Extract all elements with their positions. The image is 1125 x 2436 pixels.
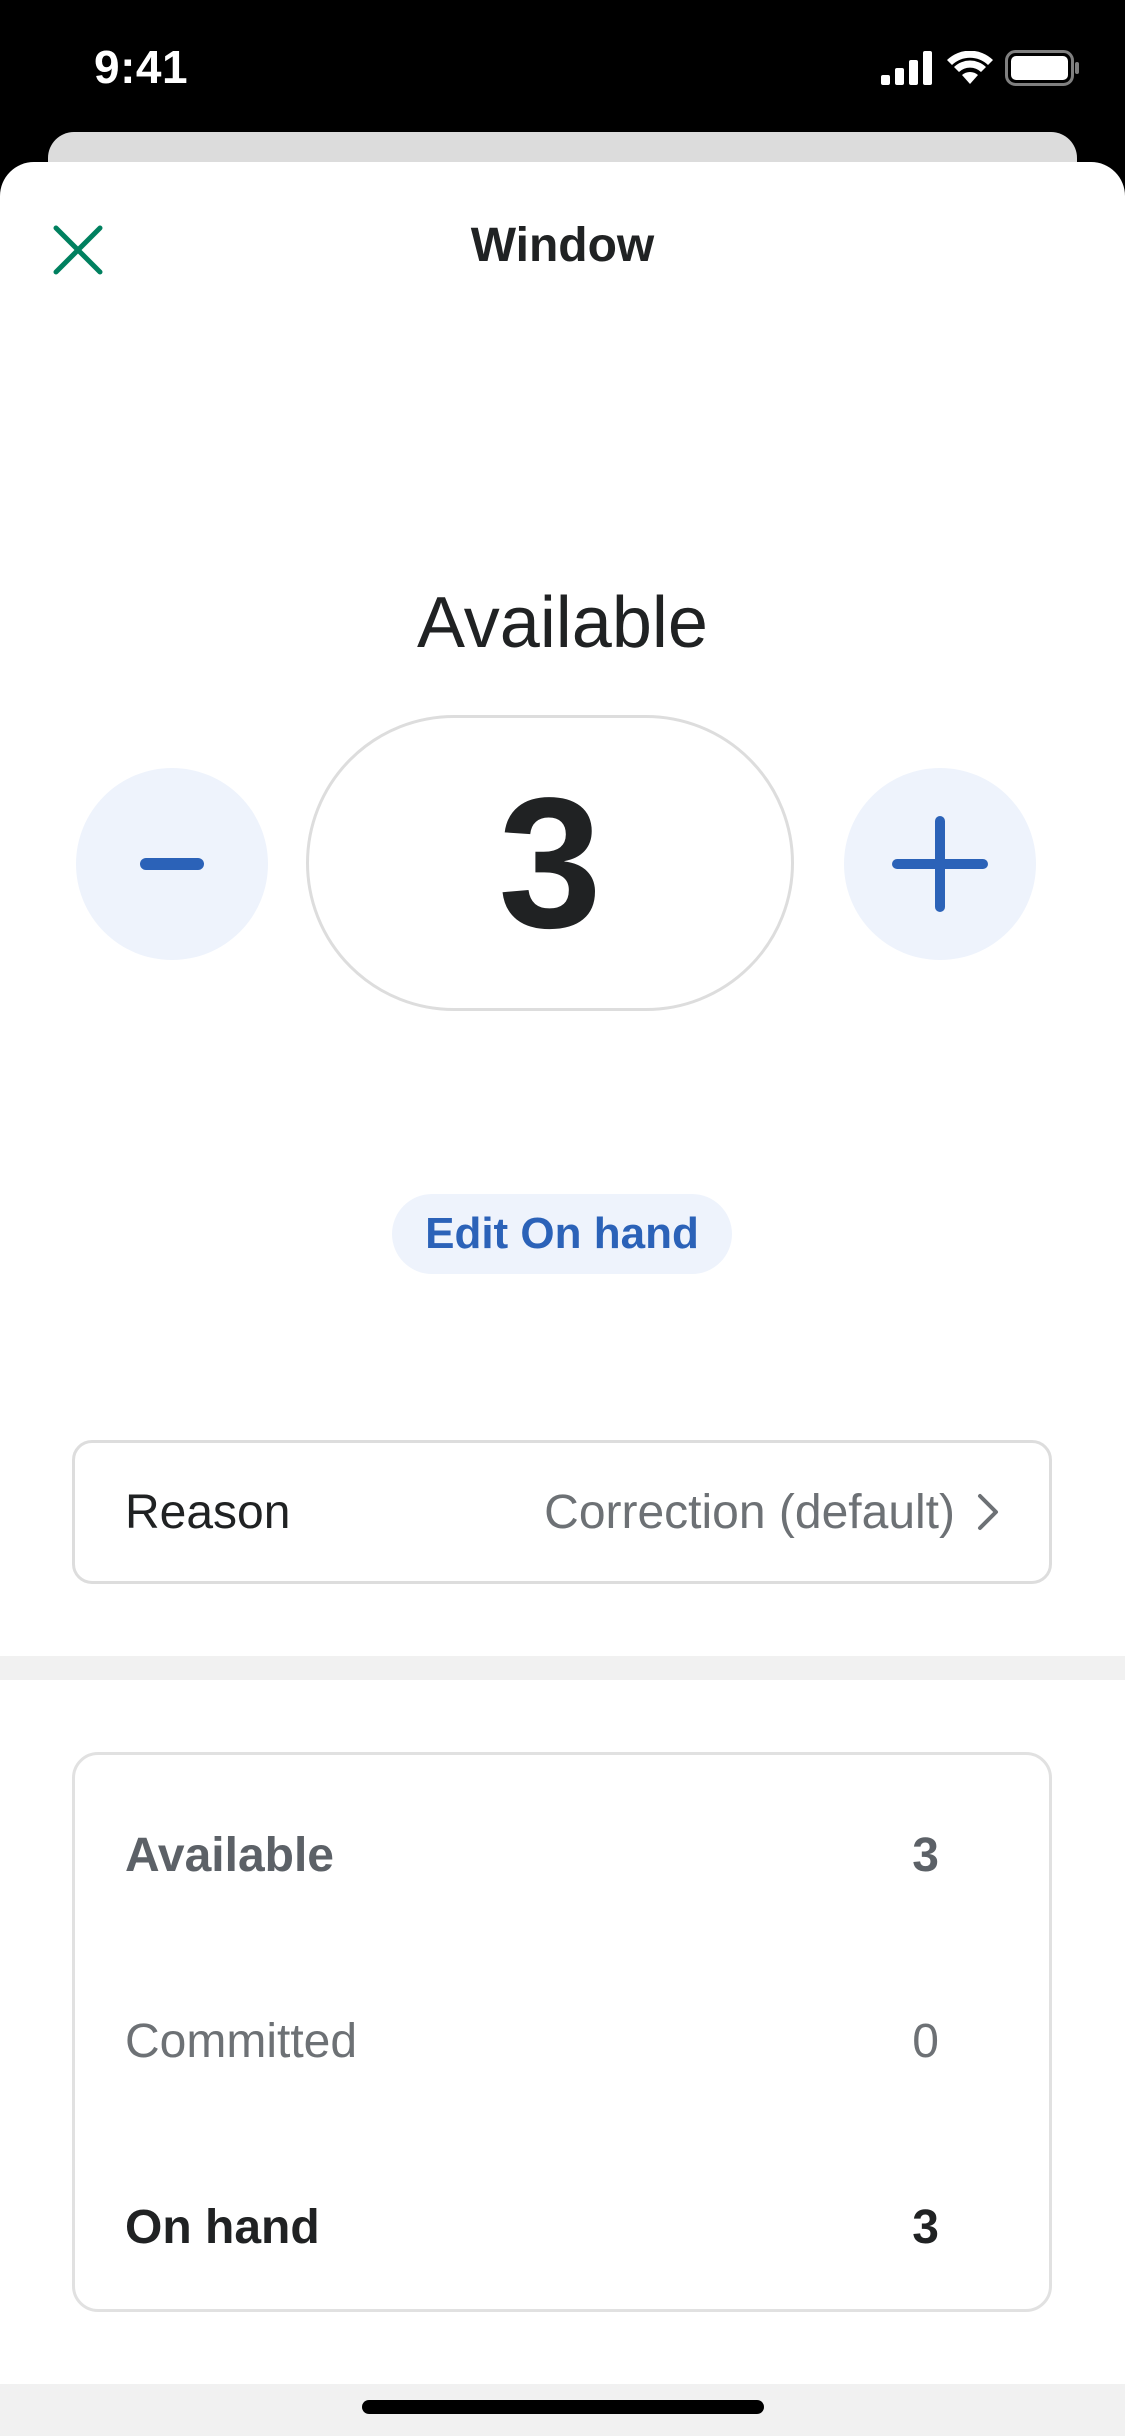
adjust-inventory-sheet: Window Available 3 Edit On hand Reason C… [0,162,1125,2436]
wifi-icon [947,51,993,84]
status-icons [881,48,1081,88]
section-divider [0,1656,1125,1680]
status-time: 9:41 [94,41,189,93]
cellular-signal-icon [881,51,932,85]
summary-value: 0 [912,2014,939,2068]
summary-row-on-hand: On hand 3 [125,2187,939,2267]
summary-value: 3 [912,1828,939,1882]
summary-label: Committed [125,2014,358,2068]
summary-row-committed: Committed 0 [125,2001,939,2081]
reason-label: Reason [125,1485,291,1539]
inventory-summary-card: Available 3 Committed 0 On hand 3 [72,1752,1052,2312]
plus-icon [892,816,988,912]
minus-icon [140,858,204,870]
reason-value-group: Correction (default) [544,1485,999,1540]
summary-label: Available [125,1828,334,1882]
decrement-button[interactable] [76,768,268,960]
reason-selector[interactable]: Reason Correction (default) [72,1440,1052,1584]
summary-row-available: Available 3 [125,1815,939,1895]
edit-on-hand-button[interactable]: Edit On hand [392,1194,732,1274]
sheet-title: Window [470,219,655,272]
quantity-input[interactable]: 3 [306,715,794,1011]
home-indicator [362,2400,764,2414]
increment-button[interactable] [844,768,1036,960]
battery-icon [1005,50,1079,86]
status-bar: 9:41 [0,0,1125,132]
summary-label: On hand [125,2200,320,2254]
chevron-right-icon [978,1494,998,1530]
summary-value: 3 [912,2200,939,2254]
reason-value: Correction (default) [544,1485,955,1539]
quantity-label: Available [417,583,708,663]
